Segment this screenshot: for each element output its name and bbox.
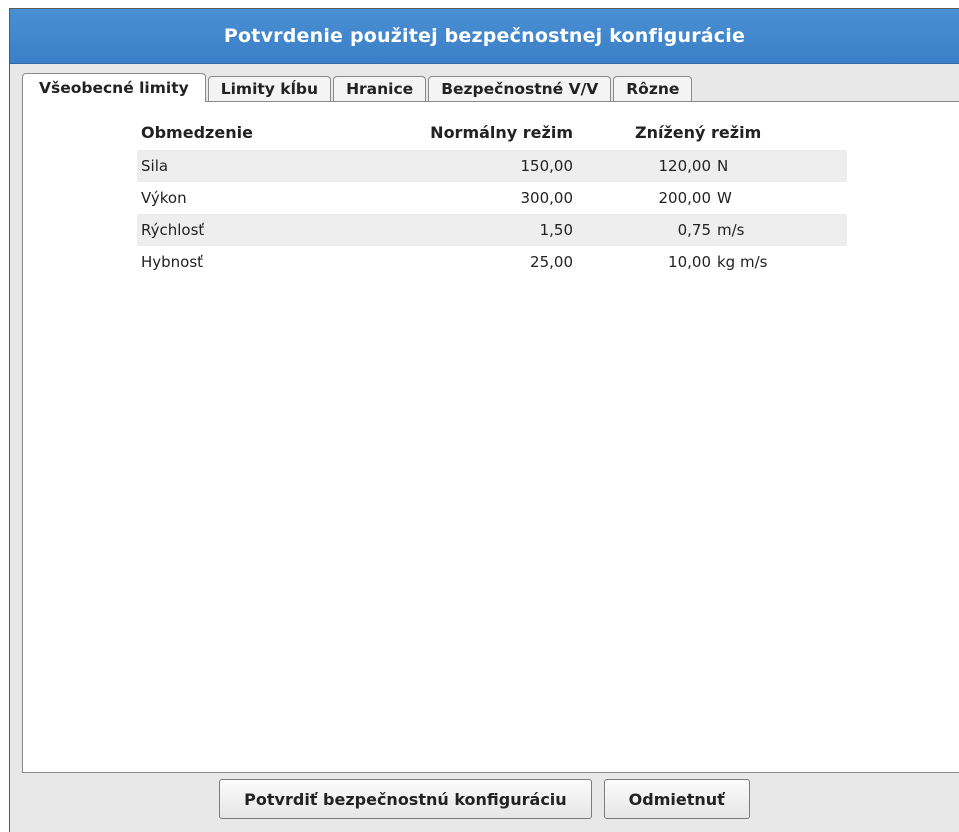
tab-misc[interactable]: Rôzne (613, 76, 693, 101)
table-header: Obmedzenie Normálny režim Znížený režim (137, 114, 847, 150)
confirm-configuration-button[interactable]: Potvrdiť bezpečnostnú konfiguráciu (219, 779, 592, 819)
tab-general-limits[interactable]: Všeobecné limity (22, 73, 206, 102)
table-row: Hybnosť 25,00 10,00 kg m/s (137, 246, 847, 278)
table-row: Rýchlosť 1,50 0,75 m/s (137, 214, 847, 246)
unit: m/s (717, 221, 745, 239)
limits-table: Obmedzenie Normálny režim Znížený režim … (137, 114, 847, 278)
reduced-value: 10,00 (668, 253, 711, 271)
tab-safety-io[interactable]: Bezpečnostné V/V (428, 76, 612, 101)
tab-boundaries[interactable]: Hranice (333, 76, 427, 101)
tab-bar: Všeobecné limity Limity kĺbu Hranice Bez… (22, 73, 694, 102)
limit-name: Sila (141, 157, 169, 175)
limit-name: Výkon (141, 189, 187, 207)
reduced-value: 200,00 (658, 189, 712, 207)
limit-name: Hybnosť (141, 253, 204, 271)
reject-button[interactable]: Odmietnuť (603, 779, 750, 819)
dialog-footer: Potvrdiť bezpečnostnú konfiguráciu Odmie… (10, 779, 959, 823)
header-normal-mode: Normálny režim (430, 122, 573, 142)
normal-value: 1,50 (539, 221, 573, 239)
header-limit: Obmedzenie (141, 122, 253, 142)
table-row: Sila 150,00 120,00 N (137, 150, 847, 182)
tab-panel-general-limits: Obmedzenie Normálny režim Znížený režim … (22, 101, 959, 773)
reduced-value: 120,00 (658, 157, 712, 175)
normal-value: 150,00 (520, 157, 574, 175)
unit: N (717, 157, 729, 175)
table-row: Výkon 300,00 200,00 W (137, 182, 847, 214)
limit-name: Rýchlosť (141, 221, 205, 239)
tab-joint-limits[interactable]: Limity kĺbu (207, 76, 332, 101)
safety-config-dialog: Potvrdenie použitej bezpečnostnej konfig… (9, 8, 959, 832)
unit: W (717, 189, 732, 207)
normal-value: 300,00 (520, 189, 574, 207)
unit: kg m/s (717, 253, 768, 271)
normal-value: 25,00 (530, 253, 573, 271)
reduced-value: 0,75 (677, 221, 711, 239)
dialog-title: Potvrdenie použitej bezpečnostnej konfig… (10, 9, 959, 64)
header-reduced-mode: Znížený režim (635, 122, 762, 142)
